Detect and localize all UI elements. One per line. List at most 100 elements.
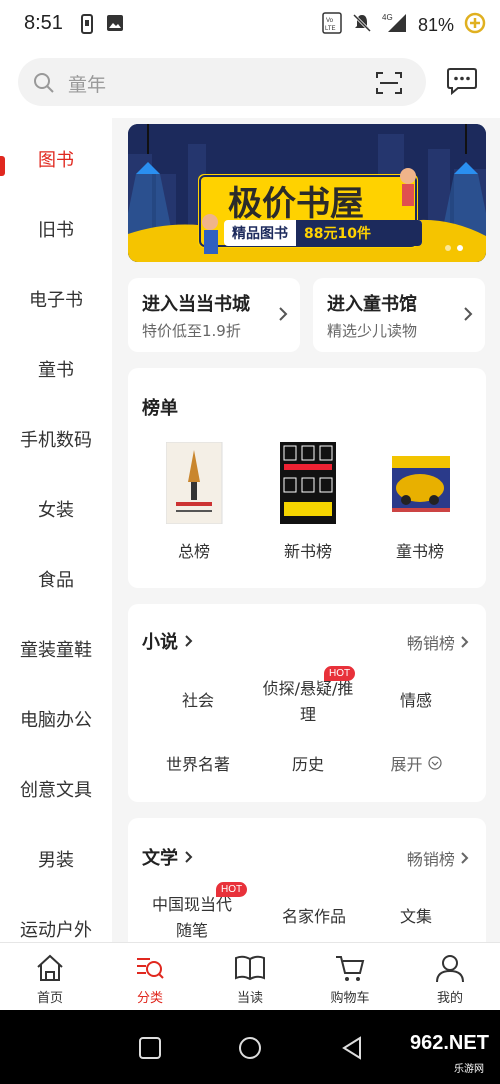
- entry-subtitle: 特价低至1.9折: [142, 322, 241, 340]
- rank-label: 童书榜: [395, 542, 444, 561]
- sidebar-item-computer[interactable]: 电脑办公: [0, 684, 112, 754]
- mute-icon: [352, 13, 372, 37]
- chevron-right-icon: [461, 852, 469, 864]
- nav-label: 分类: [136, 991, 163, 1006]
- sidebar-item-kids-books[interactable]: 童书: [0, 334, 112, 404]
- back-icon[interactable]: [340, 1036, 364, 1060]
- system-nav-bar: 962.NET 乐游网: [0, 1010, 500, 1084]
- rank-kids-books[interactable]: 童书榜: [370, 442, 470, 572]
- expand-button[interactable]: 展开: [366, 752, 466, 778]
- sidebar-item-label: 电脑办公: [20, 710, 92, 731]
- search-icon: [32, 71, 56, 99]
- sidebar-item-books[interactable]: 图书: [0, 124, 112, 194]
- ranking-title: 榜单: [142, 398, 178, 419]
- literature-title-link[interactable]: 文学: [142, 844, 194, 870]
- sidebar-item-kids-clothing[interactable]: 童装童鞋: [0, 614, 112, 684]
- ranking-card: 榜单 总榜 新书榜 童书榜: [128, 368, 486, 588]
- sidebar-item-outdoor[interactable]: 运动户外: [0, 894, 112, 942]
- watermark-text: 962.NET: [410, 1032, 489, 1054]
- literature-bestseller-link[interactable]: 畅销榜: [407, 846, 470, 870]
- banner-subtitle: 精品图书 88元10件: [224, 220, 422, 246]
- sidebar-item-used-books[interactable]: 旧书: [0, 194, 112, 264]
- expand-label: 展开: [390, 755, 423, 774]
- nav-label: 当读: [236, 991, 263, 1006]
- recents-icon[interactable]: [138, 1036, 162, 1060]
- chevron-down-circle-icon: [427, 756, 442, 770]
- nav-label: 购物车: [330, 991, 370, 1006]
- tag-modern-essays[interactable]: 中国现当代随笔: [150, 892, 234, 942]
- category-search-icon: [137, 958, 164, 979]
- sidebar-item-label: 男装: [38, 850, 74, 871]
- svg-text:LTE: LTE: [325, 26, 336, 32]
- hot-badge: HOT: [324, 666, 356, 681]
- sidebar-item-food[interactable]: 食品: [0, 544, 112, 614]
- sidebar-item-digital[interactable]: 手机数码: [0, 404, 112, 474]
- entry-title: 进入当当书城: [142, 294, 250, 315]
- battery-saver-icon: [464, 12, 486, 38]
- watermark-logo: 962.NET 乐游网: [402, 1024, 494, 1076]
- tag-history[interactable]: 历史: [258, 752, 358, 778]
- rank-label: 新书榜: [283, 542, 332, 561]
- signal-icon: 4G: [382, 12, 408, 38]
- nav-label: 首页: [36, 991, 63, 1006]
- rank-overall[interactable]: 总榜: [144, 442, 244, 572]
- kids-book-hall-entry[interactable]: 进入童书馆 精选少儿读物: [313, 278, 485, 352]
- bestseller-label: 畅销榜: [406, 634, 455, 653]
- sidebar-item-mens[interactable]: 男装: [0, 824, 112, 894]
- battery-percent: 81%: [417, 14, 454, 35]
- banner-title: 极价书屋: [228, 184, 364, 224]
- novel-card: 小说 畅销榜 社会 侦探/悬疑/推理 HOT 情感 世界名著 历史 展开: [128, 604, 486, 802]
- tag-romance[interactable]: 情感: [366, 688, 466, 714]
- nav-reading[interactable]: 当读: [200, 949, 300, 1009]
- watermark-sub: 乐游网: [454, 1064, 484, 1075]
- status-bar: 8:51 Vo LTE 4G 81%: [0, 0, 500, 52]
- dangdang-bookstore-entry[interactable]: 进入当当书城 特价低至1.9折: [128, 278, 300, 352]
- nav-me[interactable]: 我的: [400, 949, 500, 1009]
- rank-new-books[interactable]: 新书榜: [258, 442, 358, 572]
- active-indicator: [0, 156, 5, 176]
- sidebar-item-label: 电子书: [29, 290, 83, 311]
- nav-cart[interactable]: 购物车: [300, 949, 400, 1009]
- banner-sub-right: 88元10件: [296, 220, 422, 246]
- hot-badge: HOT: [216, 882, 248, 897]
- user-icon: [436, 955, 464, 983]
- sidebar-item-label: 创意文具: [20, 780, 92, 801]
- sidebar-item-ebooks[interactable]: 电子书: [0, 264, 112, 334]
- book-cover-alphabet: [280, 442, 336, 524]
- home-circle-icon[interactable]: [238, 1036, 262, 1060]
- message-icon[interactable]: [446, 66, 478, 100]
- tag-famous-works[interactable]: 名家作品: [264, 904, 364, 930]
- book-cover-magic-school-bus: [392, 456, 450, 512]
- sidebar-item-womens[interactable]: 女装: [0, 474, 112, 544]
- book-cover-educated: [166, 442, 223, 524]
- tag-social[interactable]: 社会: [148, 688, 248, 714]
- tag-detective[interactable]: 侦探/悬疑/推理: [258, 676, 358, 728]
- banner-sub-left: 精品图书: [232, 226, 288, 242]
- tag-anthology[interactable]: 文集: [366, 904, 466, 930]
- home-icon: [37, 954, 63, 981]
- promo-banner[interactable]: 极价书屋 精品图书 88元10件: [128, 124, 486, 262]
- nav-label: 我的: [436, 991, 463, 1006]
- sidebar-item-label: 女装: [38, 500, 74, 521]
- chevron-right-icon: [461, 636, 469, 648]
- sidebar-item-label: 食品: [38, 570, 74, 591]
- status-right: Vo LTE 4G 81%: [322, 12, 486, 38]
- nav-home[interactable]: 首页: [0, 949, 100, 1009]
- nav-category[interactable]: 分类: [100, 949, 200, 1009]
- volte-icon: Vo LTE: [322, 12, 342, 38]
- book-icon: [235, 955, 265, 981]
- search-placeholder: 童年: [68, 74, 107, 96]
- svg-text:Vo: Vo: [326, 18, 334, 24]
- image-icon: [106, 14, 124, 34]
- scan-icon[interactable]: [376, 71, 402, 99]
- novel-title-link[interactable]: 小说: [142, 628, 194, 654]
- sidebar-item-label: 运动户外: [20, 920, 92, 941]
- sidebar-item-stationery[interactable]: 创意文具: [0, 754, 112, 824]
- entry-subtitle: 精选少儿读物: [327, 322, 418, 340]
- bestseller-label: 畅销榜: [406, 850, 455, 869]
- chevron-right-icon: [185, 851, 193, 863]
- sidebar-item-label: 旧书: [38, 220, 74, 241]
- tag-world-classics[interactable]: 世界名著: [148, 752, 248, 778]
- novel-bestseller-link[interactable]: 畅销榜: [407, 630, 470, 654]
- search-input[interactable]: 童年: [18, 58, 426, 106]
